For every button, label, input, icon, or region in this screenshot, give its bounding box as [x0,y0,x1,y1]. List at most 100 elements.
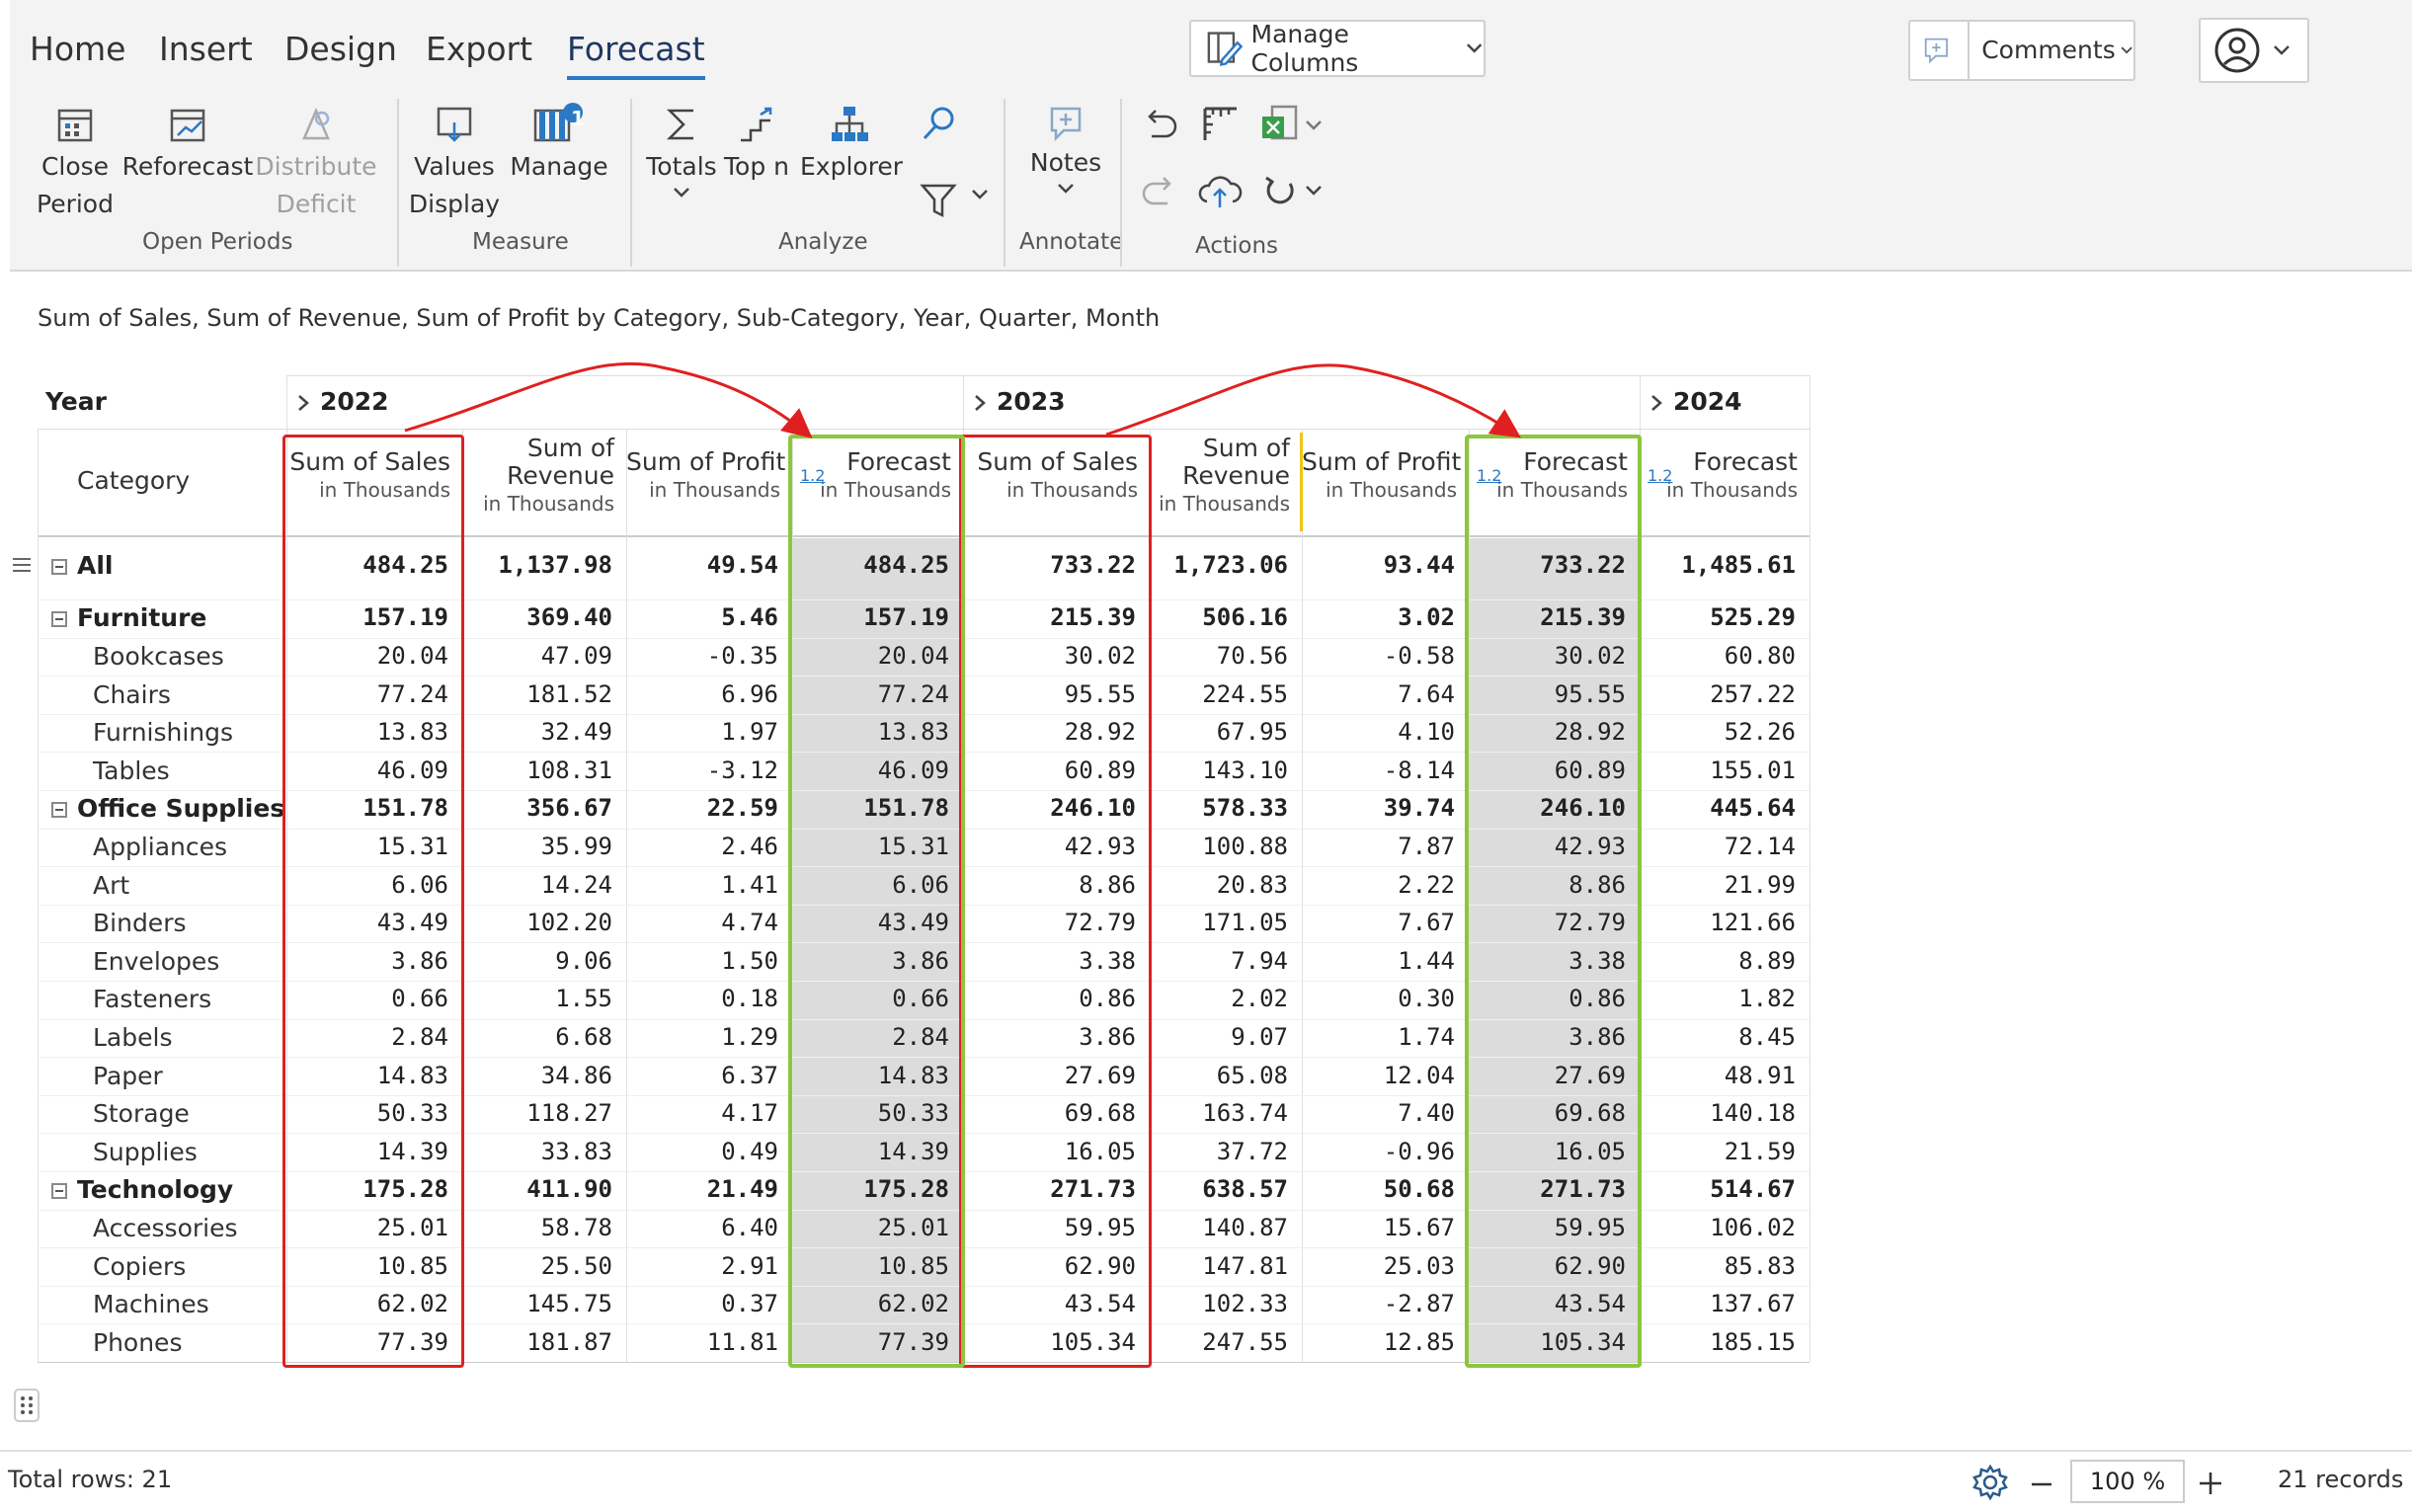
row-header[interactable]: Technology [51,1175,233,1204]
cloud-upload-icon[interactable] [1195,170,1245,213]
table-cell: 100.88 [1202,832,1288,860]
table-cell: 48.91 [1724,1061,1796,1089]
table-cell: 106.02 [1710,1213,1796,1241]
tab-insert[interactable]: Insert [159,30,253,68]
total-rows-text: Total rows: 21 [8,1466,173,1493]
column-header-unit: in Thousands [1159,492,1290,516]
zoom-in-icon[interactable] [2197,1470,2224,1497]
table-cell: 85.83 [1724,1251,1796,1280]
table-cell: 4.17 [721,1099,778,1128]
search-icon[interactable] [917,103,960,146]
table-cell: 2.22 [1398,870,1455,899]
chevron-down-icon[interactable] [1304,119,1324,132]
explorer-button[interactable]: Explorer [800,103,903,186]
collapse-icon[interactable] [51,802,67,819]
table-cell: 411.90 [526,1175,612,1204]
refresh-icon[interactable] [1258,170,1302,213]
drag-handle-icon[interactable] [14,1389,40,1422]
chevron-down-icon[interactable] [1304,184,1324,198]
row-label: Tables [93,756,170,785]
row-label: Machines [93,1290,209,1319]
table-cell: 49.54 [706,551,778,579]
sales-highlight-box [959,435,1152,1368]
table-cell: 0.37 [721,1290,778,1318]
manage-columns-icon [1207,32,1244,66]
sigma-icon [666,109,693,140]
column-header[interactable]: Sum of Profit in Thousands [626,448,792,504]
top-n-button[interactable]: Top n [719,103,794,186]
comments-button[interactable]: Comments [1908,20,2135,81]
notes-button[interactable]: Notes [1019,103,1112,198]
table-cell: 8.89 [1738,946,1796,975]
table-cell: 369.40 [526,603,612,632]
row-label: Art [93,870,130,900]
close-period-label-2: Period [37,190,114,218]
decimal-format-tag[interactable]: 1.2 [1648,466,1672,485]
row-header[interactable]: All [51,551,114,580]
table-cell: 137.67 [1710,1290,1796,1318]
year-label: 2022 [320,387,389,416]
row-label: Labels [93,1022,173,1052]
column-header[interactable]: Sum of Revenue in Thousands [1150,435,1302,517]
chevron-down-icon [2274,45,2290,55]
table-cell: 1.41 [721,870,778,899]
totals-button[interactable]: Totals [642,103,721,201]
row-header[interactable]: Office Supplies [51,794,284,823]
table-cell: 171.05 [1202,909,1288,937]
distribute-deficit-button[interactable]: Distribute Deficit [255,103,377,223]
reforecast-button[interactable]: Reforecast [119,103,257,186]
settings-gear-icon[interactable] [1971,1464,2009,1501]
zoom-out-icon[interactable] [2029,1472,2054,1497]
manage-columns-button[interactable]: Manage Columns [1189,20,1486,77]
table-cell: 1.29 [721,1022,778,1051]
column-header[interactable]: Sum of Profit in Thousands [1302,448,1469,504]
column-header[interactable]: Sum of Revenue in Thousands [462,435,626,517]
undo-icon[interactable] [1138,103,1181,146]
chevron-right-icon [975,395,986,411]
collapse-icon[interactable] [51,1183,67,1200]
table-cell: 60.80 [1724,641,1796,670]
category-header[interactable]: Category [77,466,190,495]
table-cell: 21.99 [1724,870,1796,899]
table-cell: 108.31 [526,756,612,784]
column-header-unit: in Thousands [649,478,780,502]
redo-icon[interactable] [1138,170,1181,213]
table-cell: 163.74 [1202,1099,1288,1128]
table-cell: 8.45 [1738,1022,1796,1051]
table-cell: 6.37 [721,1061,778,1089]
collapse-icon[interactable] [51,559,67,575]
row-header[interactable]: Furniture [51,603,206,632]
year-header-2023[interactable]: 2023 [971,387,1066,416]
tab-export[interactable]: Export [426,30,532,68]
user-menu-button[interactable] [2199,18,2309,83]
filter-icon[interactable] [917,178,960,221]
table-cell: 1.74 [1398,1022,1455,1051]
year-header-2024[interactable]: 2024 [1648,387,1742,416]
table-cell: 1.55 [555,985,612,1013]
table-cell: 7.87 [1398,832,1455,860]
distribute-label-2: Deficit [276,190,357,218]
table-cell: 34.86 [540,1061,612,1089]
tab-home[interactable]: Home [30,30,125,68]
collapse-icon[interactable] [51,611,67,628]
row-menu-icon[interactable] [10,553,34,577]
chevron-down-icon[interactable] [970,188,990,201]
values-display-button[interactable]: Values Display [407,103,502,223]
ruler-icon[interactable] [1199,103,1243,146]
table-cell: 72.14 [1724,832,1796,860]
column-header-title-2: Revenue [1182,461,1290,490]
tab-forecast[interactable]: Forecast [567,30,705,80]
manage-measures-button[interactable]: 1 Manage [510,103,608,186]
excel-icon[interactable] [1258,103,1302,146]
close-period-button[interactable]: Close Period [26,103,124,223]
close-period-label-1: Close [40,152,110,181]
values-display-icon [437,107,472,142]
year-header-2022[interactable]: 2022 [294,387,389,416]
table-cell: 50.68 [1383,1175,1455,1204]
table-cell: 7.64 [1398,679,1455,708]
group-label-actions: Actions [1195,233,1279,259]
table-cell: 140.18 [1710,1099,1796,1128]
tab-design[interactable]: Design [284,30,397,68]
zoom-level-input[interactable]: 100 % [2070,1460,2185,1503]
status-bar: Total rows: 21 100 % 21 records [0,1450,2412,1512]
